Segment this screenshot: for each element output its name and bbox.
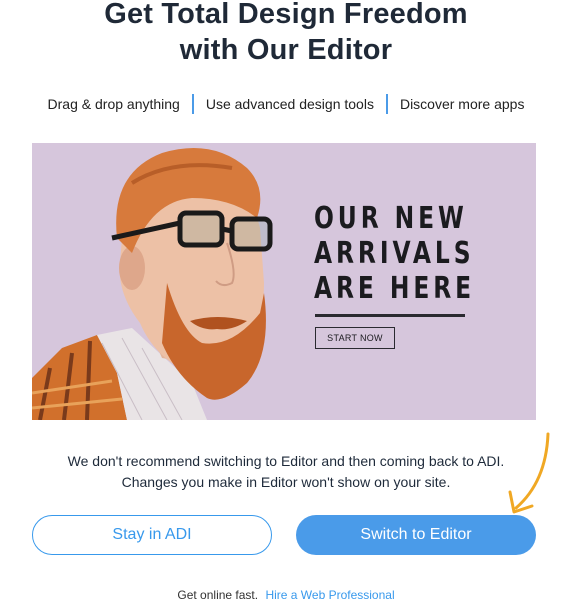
switch-warning: We don't recommend switching to Editor a… xyxy=(0,451,572,493)
footer-text: Get online fast. xyxy=(177,588,259,602)
banner-divider xyxy=(315,314,465,317)
title-line-1: Get Total Design Freedom xyxy=(104,0,468,30)
warning-line-2: Changes you make in Editor won't show on… xyxy=(121,474,451,490)
banner-headline-line: ARE HERE xyxy=(314,271,476,306)
feature-drag-drop: Drag & drop anything xyxy=(47,96,180,112)
banner-headline-line: ARRIVALS xyxy=(314,236,475,271)
banner-headline: OUR NEW ARRIVALS ARE HERE xyxy=(314,201,475,306)
title-line-2: with Our Editor xyxy=(179,34,393,66)
feature-list: Drag & drop anything Use advanced design… xyxy=(0,94,572,114)
footer: Get online fast. Hire a Web Professional xyxy=(0,588,572,602)
feature-more-apps: Discover more apps xyxy=(399,96,525,112)
switch-to-editor-button[interactable]: Switch to Editor xyxy=(296,515,536,555)
banner-start-now-button: START NOW xyxy=(315,327,395,349)
stay-in-adi-button[interactable]: Stay in ADI xyxy=(32,515,272,555)
banner-headline-line: OUR NEW xyxy=(314,201,468,236)
page-title: Get Total Design Freedom with Our Editor xyxy=(0,0,572,68)
hire-web-professional-link[interactable]: Hire a Web Professional xyxy=(265,588,394,602)
preview-banner: OUR NEW ARRIVALS ARE HERE START NOW xyxy=(32,143,536,420)
feature-design-tools: Use advanced design tools xyxy=(205,96,374,112)
warning-line-1: We don't recommend switching to Editor a… xyxy=(67,453,505,469)
